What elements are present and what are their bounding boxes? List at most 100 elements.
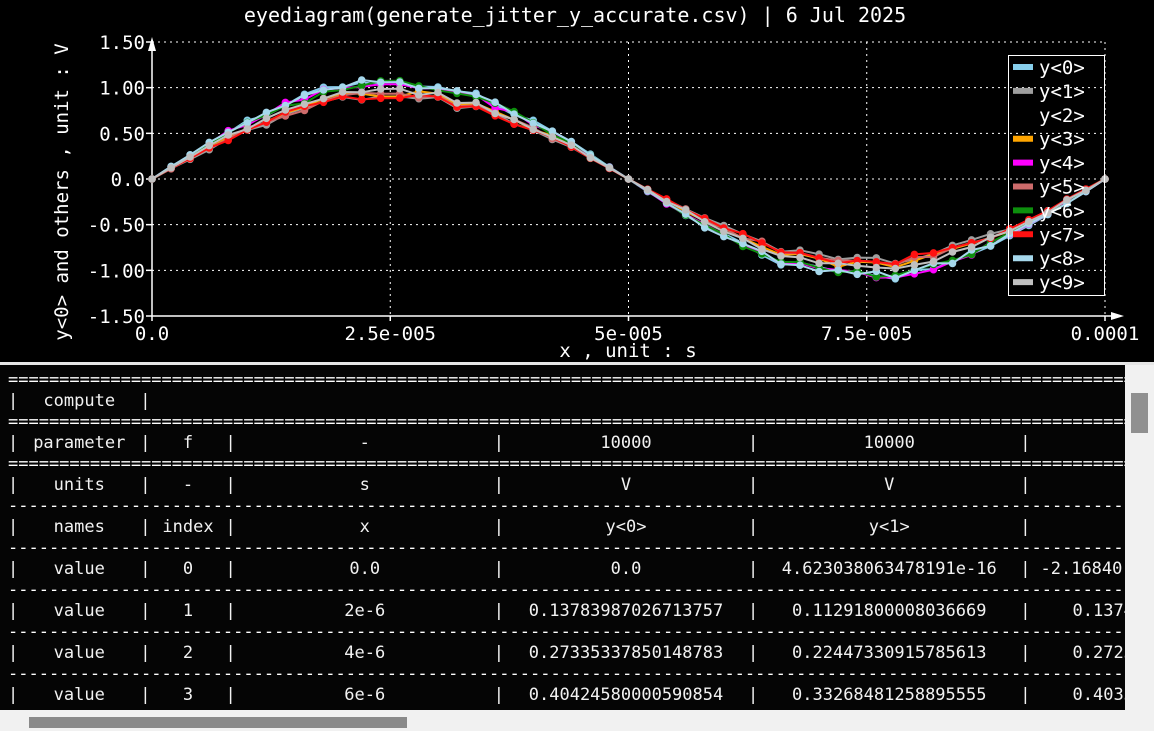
vertical-scrollbar-thumb[interactable] [1131,393,1148,433]
plot-content: 1.501.000.500.0-0.50-1.00-1.500.02.5e-00… [88,32,1140,345]
data-point-marker [815,260,823,268]
table-cell [1031,475,1126,496]
data-point-marker [377,79,385,87]
table-pipe: | [140,475,150,496]
table-cell: y<1> [758,517,1020,538]
x-tick-label: 0.0 [135,323,169,345]
table-pipe: | [8,559,18,580]
table-pipe: | [140,391,150,412]
table-cell: 2 [151,643,226,664]
table-pipe: | [140,685,150,706]
data-table: ========================================… [0,365,1125,715]
legend-entry-label: y<6> [1039,200,1085,222]
table-cell: 0.1374 [1031,601,1126,622]
table-cell: y<0> [504,517,748,538]
table-pipe: | [140,559,150,580]
data-point-marker [282,106,290,114]
table-pipe: | [1020,643,1030,664]
table-pipe: | [748,517,758,538]
table-cell: 2e-6 [236,601,494,622]
table-cell: 10000 [504,433,748,454]
chart-panel: eyediagram(generate_jitter_y_accurate.cs… [0,0,1154,362]
table-pipe: | [1020,559,1030,580]
data-point-marker [301,92,309,100]
table-separator: ========================================… [8,454,1125,475]
data-point-marker [301,100,309,108]
vertical-scrollbar-track[interactable] [1125,365,1154,710]
data-point-marker [453,99,461,107]
table-pipe: | [140,517,150,538]
table-cell: index [151,517,226,538]
data-point-marker [911,251,919,259]
table-pipe: | [1020,601,1030,622]
table-cell: 0.11291800008036669 [758,601,1020,622]
data-point-marker [396,78,404,86]
table-row: |parameter|f|-|10000|10000| [8,433,1125,454]
data-point-marker [358,96,366,104]
table-pipe: | [748,643,758,664]
table-row: |value|2|4e-6|0.27335337850148783|0.2244… [8,643,1125,664]
table-cell: -2.16840 [1031,559,1126,580]
table-cell: 0.27335337850148783 [504,643,748,664]
table-cell: 0.40424580000590854 [504,685,748,706]
table-pipe: | [226,475,236,496]
table-pipe: | [494,559,504,580]
data-point-marker [796,261,804,269]
table-pipe: | [8,643,18,664]
data-point-marker [739,235,747,243]
data-point-marker [834,260,842,268]
table-cell: 0.0 [236,559,494,580]
table-row: |value|1|2e-6|0.13783987026713757|0.1129… [8,601,1125,622]
table-cell: 0.2725 [1031,643,1126,664]
data-point-marker [568,141,576,149]
table-cell: compute [18,391,140,412]
data-point-marker [796,254,804,262]
data-point-marker [587,154,595,162]
data-point-marker [549,133,557,141]
table-pipe: | [748,475,758,496]
legend-entry-label: y<7> [1039,224,1085,246]
data-point-marker [358,89,366,97]
data-point-marker [377,85,385,93]
data-point-marker [358,76,366,84]
y-axis-label: y<0> and others , unit : V [51,43,73,340]
data-point-marker [339,88,347,96]
table-pipe: | [494,601,504,622]
table-pipe: | [8,391,18,412]
table-cell: s [236,475,494,496]
table-cell: value [18,685,140,706]
data-point-marker [892,274,900,282]
data-point-marker [834,266,842,274]
data-point-marker [930,258,938,266]
table-pipe: | [1020,517,1030,538]
y-tick-label: 0.0 [111,169,145,191]
table-pipe: | [494,517,504,538]
data-point-marker [758,245,766,253]
table-row: |compute| [8,391,1125,412]
table-cell: parameter [18,433,140,454]
horizontal-scrollbar-track[interactable] [0,710,1125,731]
data-point-marker [606,164,614,172]
table-cell: f [151,433,226,454]
table-pipe: | [226,601,236,622]
data-point-marker [949,260,957,268]
data-point-marker [453,87,461,95]
table-separator: ----------------------------------------… [8,580,1125,601]
table-pipe: | [494,643,504,664]
table-cell: - [151,475,226,496]
table-cell: value [18,643,140,664]
data-point-marker [529,126,537,134]
table-cell [1031,433,1126,454]
table-cell: 0.4035 [1031,685,1126,706]
data-point-marker [320,95,328,103]
data-point-marker [987,242,995,250]
table-cell: V [504,475,748,496]
horizontal-scrollbar-thumb[interactable] [29,717,407,728]
data-point-marker [148,175,156,183]
data-point-marker [244,125,252,133]
table-pipe: | [140,643,150,664]
table-pipe: | [226,643,236,664]
table-pipe: | [748,433,758,454]
table-pipe: | [1020,475,1030,496]
data-point-marker [949,248,957,256]
